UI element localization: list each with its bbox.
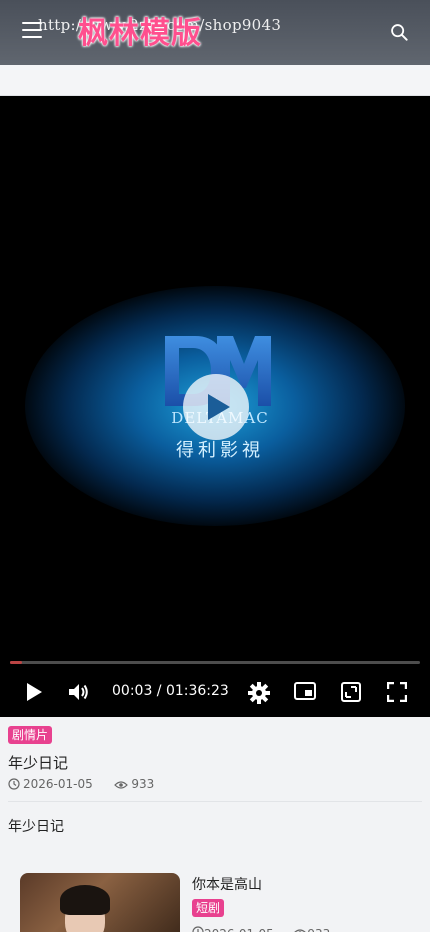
progress-bar[interactable] [10,661,420,664]
page: http://www.2zkj.com/shop9043 枫林模版 DELTAM… [0,0,430,932]
related-tag[interactable]: 短剧 [192,899,225,917]
clock-icon [192,926,204,932]
video-date: 2026-01-05 [23,777,93,791]
video-meta: 2026-01-05 933 [8,777,154,791]
top-header: http://www.2zkj.com/shop9043 枫林模版 [0,0,430,65]
progress-fill [10,661,23,664]
header-spacer [0,65,430,96]
eye-icon [294,929,307,932]
related-title[interactable]: 你本是高山 [192,874,262,894]
widescreen-icon[interactable] [341,682,361,702]
related-date: 2026-01-05 [204,927,274,932]
clock-icon [8,778,20,790]
settings-icon[interactable] [248,682,270,704]
logo-subtitle: 得利影視 [176,440,264,461]
player-controls: 00:03 / 01:36:23 [0,674,430,714]
picture-in-picture-icon[interactable] [294,682,316,700]
center-play-button[interactable] [183,374,249,440]
video-description: 年少日记 [8,819,64,835]
time-display: 00:03 / 01:36:23 [112,683,229,699]
related-views: 933 [307,927,330,932]
volume-icon[interactable] [68,682,90,702]
related-thumbnail[interactable] [20,873,180,932]
video-player[interactable]: DELTAMAC 得利影視 00:03 / 01:36:23 [0,96,430,717]
eye-icon [114,781,129,789]
video-title: 年少日记 [8,754,69,772]
related-meta: 2026-01-05 933 [192,926,330,932]
video-views: 933 [131,777,155,791]
fullscreen-icon[interactable] [387,682,407,702]
play-icon[interactable] [25,682,43,702]
site-brand[interactable]: 枫林模版 [78,8,202,52]
search-icon[interactable] [390,23,408,41]
thumbnail-figure-hair [60,885,110,915]
divider [8,801,422,802]
genre-tag[interactable]: 剧情片 [8,726,53,744]
